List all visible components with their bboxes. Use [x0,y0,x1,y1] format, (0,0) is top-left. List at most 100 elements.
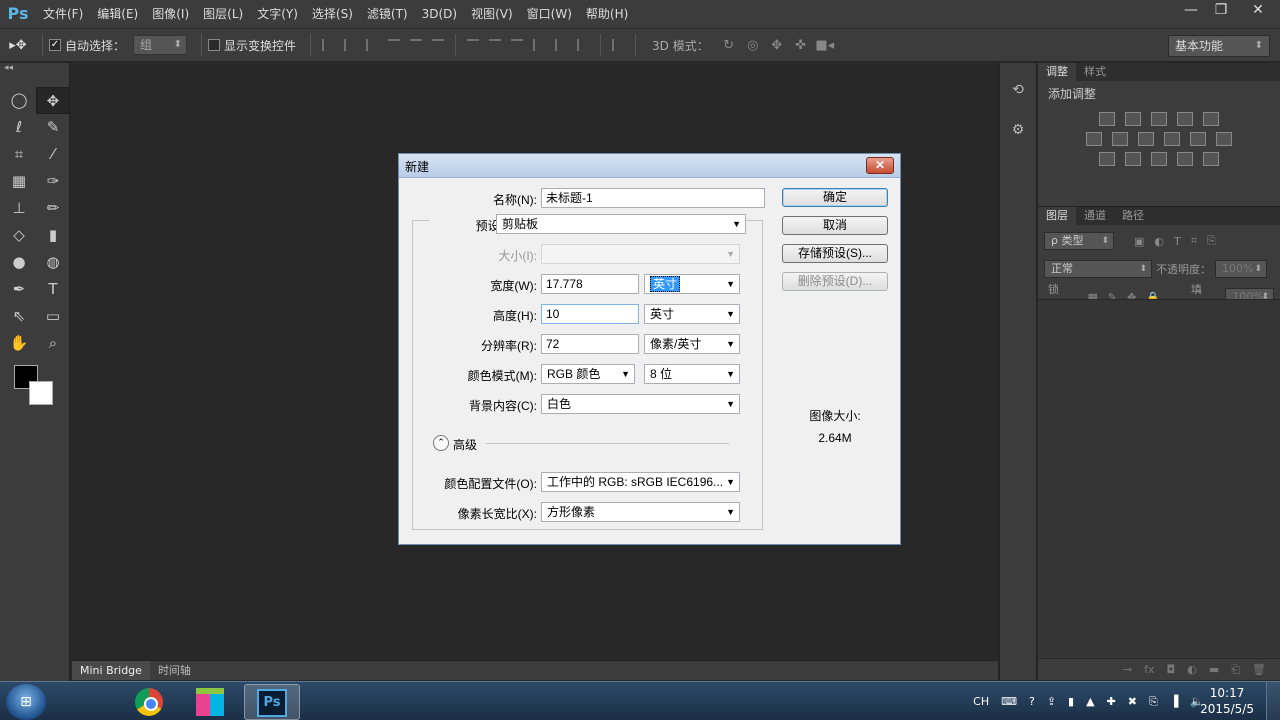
distribute-bottom-icon[interactable] [511,39,524,51]
move-tool-icon[interactable]: ▸✥ [0,38,36,53]
clock[interactable]: 10:17 2015/5/5 [1200,685,1254,717]
black-white-icon[interactable] [1138,132,1154,146]
resolution-unit-select[interactable]: 像素/英寸 ▼ [644,334,740,354]
dodge-tool-icon[interactable]: ◍ [36,249,70,276]
tray-app-icon[interactable]: ✚ [1107,695,1116,708]
tab-styles[interactable]: 样式 [1076,63,1114,81]
new-adjustment-icon[interactable]: ◐ [1187,663,1197,676]
cancel-button[interactable]: 取消 [782,216,888,235]
auto-select-checkbox[interactable]: ✓ [49,39,61,51]
menu-help[interactable]: 帮助(H) [579,0,635,28]
3d-slide-icon[interactable]: ✜ [789,38,813,53]
pixel-aspect-select[interactable]: 方形像素 ▼ [541,502,740,522]
move-tool-icon[interactable]: ✥ [36,87,70,114]
tab-layers[interactable]: 图层 [1038,207,1076,225]
show-desktop-button[interactable] [1266,682,1280,720]
3d-pan-icon[interactable]: ✥ [765,38,789,53]
align-vcenter-icon[interactable] [344,39,356,51]
clipboard-icon[interactable]: ⎘ [1149,695,1158,709]
auto-align-icon[interactable] [612,39,624,51]
minimize-button[interactable]: — [1176,0,1206,22]
resolution-input[interactable]: 72 [541,334,639,354]
spot-healing-tool-icon[interactable]: ▦ [2,168,36,195]
filter-adjustment-icon[interactable]: ◐ [1154,235,1164,248]
menu-layer[interactable]: 图层(L) [196,0,250,28]
lasso-tool-icon[interactable]: ℓ [2,114,36,141]
new-group-icon[interactable]: ▬ [1209,663,1219,676]
distribute-vcenter-icon[interactable] [489,39,502,51]
photo-filter-icon[interactable] [1164,132,1180,146]
align-right-icon[interactable] [432,39,445,51]
menu-file[interactable]: 文件(F) [36,0,90,28]
new-layer-icon[interactable]: ⎗ [1231,663,1240,677]
tab-mini-bridge[interactable]: Mini Bridge [72,661,150,680]
3d-rotate-icon[interactable]: ↻ [717,38,741,53]
levels-icon[interactable] [1125,112,1141,126]
menu-filter[interactable]: 滤镜(T) [360,0,415,28]
selective-color-icon[interactable] [1177,152,1193,166]
blur-tool-icon[interactable]: ● [2,249,36,276]
advanced-label[interactable]: 高级 [453,436,477,453]
layer-mask-icon[interactable]: ◘ [1167,663,1176,676]
taskbar-photoshop[interactable]: Ps [244,684,300,720]
channel-mixer-icon[interactable] [1190,132,1206,146]
input-language-icon[interactable]: CH [973,695,989,708]
dialog-close-button[interactable]: ✕ [866,157,894,174]
brush-tool-icon[interactable]: ✑ [36,168,70,195]
history-brush-tool-icon[interactable]: ✏ [36,195,70,222]
width-input[interactable]: 17.778 [541,274,639,294]
preset-select[interactable]: 剪贴板 ▼ [496,214,746,234]
tab-channels[interactable]: 通道 [1076,207,1114,225]
name-input[interactable]: 未标题-1 [541,188,765,208]
menu-window[interactable]: 窗口(W) [520,0,579,28]
curves-icon[interactable] [1151,112,1167,126]
path-selection-tool-icon[interactable]: ⇖ [2,303,36,330]
distribute-hcenter-icon[interactable] [555,39,567,51]
show-transform-checkbox[interactable] [208,39,221,51]
quick-selection-tool-icon[interactable]: ✎ [36,114,70,141]
history-panel-icon[interactable]: ⟲ [1005,77,1031,103]
color-profile-select[interactable]: 工作中的 RGB: sRGB IEC6196... ▼ [541,472,740,492]
properties-panel-icon[interactable]: ⚙ [1005,117,1031,143]
advanced-toggle-icon[interactable]: ⌃ [433,435,449,451]
filter-type-icon[interactable]: T [1174,235,1181,248]
color-lookup-icon[interactable] [1216,132,1232,146]
hand-tool-icon[interactable]: ✋ [2,330,36,357]
dialog-titlebar[interactable]: 新建 ✕ [399,154,900,178]
menu-3d[interactable]: 3D(D) [415,0,464,28]
align-left-icon[interactable] [388,39,401,51]
invert-icon[interactable] [1099,152,1115,166]
height-unit-select[interactable]: 英寸 ▼ [644,304,740,324]
layer-style-icon[interactable]: fx [1144,663,1154,676]
close-button[interactable]: ✕ [1236,0,1280,22]
menu-image[interactable]: 图像(I) [145,0,196,28]
align-bottom-icon[interactable] [366,39,378,51]
bit-depth-select[interactable]: 8 位 ▼ [644,364,740,384]
distribute-top-icon[interactable] [467,39,480,51]
filter-shape-icon[interactable]: ⌗ [1191,234,1197,248]
keyboard-icon[interactable]: ⌨ [1001,695,1017,708]
elliptical-marquee-tool-icon[interactable]: ◯ [2,87,36,114]
width-unit-select[interactable]: 英寸 ▼ [644,274,740,294]
height-input[interactable]: 10 [541,304,639,324]
save-preset-button[interactable]: 存储预设(S)... [782,244,888,263]
help-icon[interactable]: ? [1029,695,1035,708]
collapse-panel-icon[interactable]: ◂◂ [0,63,69,73]
hue-saturation-icon[interactable] [1086,132,1102,146]
filter-smart-object-icon[interactable]: ⎘ [1207,234,1216,248]
menu-view[interactable]: 视图(V) [464,0,520,28]
3d-roll-icon[interactable]: ◎ [741,38,765,53]
3d-scale-icon[interactable]: ■◂ [813,38,837,53]
posterize-icon[interactable] [1125,152,1141,166]
tab-paths[interactable]: 路径 [1114,207,1152,225]
tab-timeline[interactable]: 时间轴 [150,661,199,680]
start-button[interactable]: ⊞ [6,684,46,720]
layer-kind-filter[interactable]: ρ 类型 [1044,232,1114,250]
network-icon[interactable]: ▐ [1170,695,1178,708]
battery-icon[interactable]: ▮ [1068,695,1074,708]
restore-button[interactable]: ❐ [1206,0,1236,22]
pen-tool-icon[interactable]: ✒ [2,276,36,303]
action-center-icon[interactable]: ✖ [1128,695,1137,708]
rectangle-tool-icon[interactable]: ▭ [36,303,70,330]
taskbar-chrome[interactable] [121,684,177,720]
